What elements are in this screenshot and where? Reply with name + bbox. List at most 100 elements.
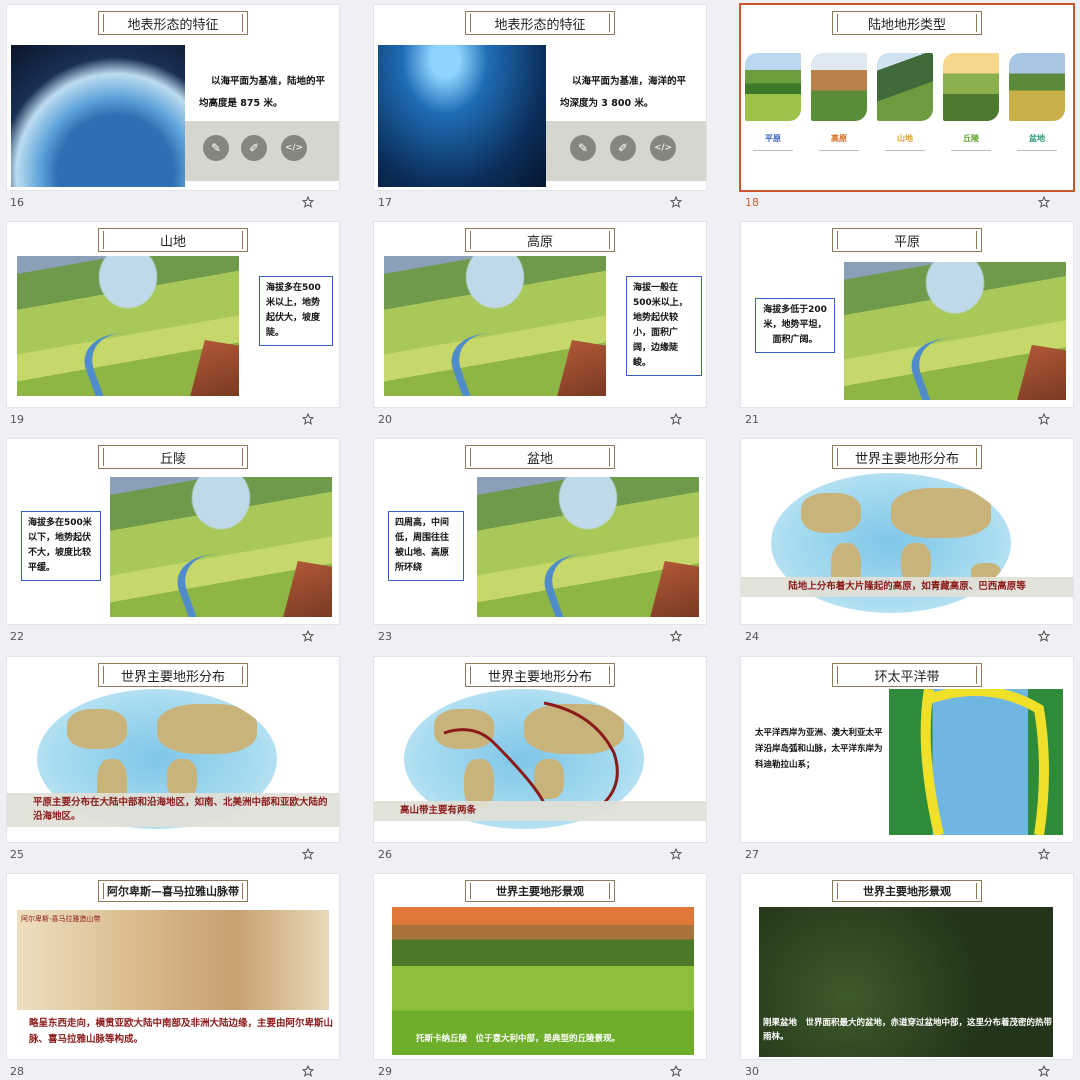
slide-title: 盆地 [465,445,615,469]
divider [819,150,859,151]
star-outline-icon[interactable] [670,630,682,642]
caption-band: 高山带主要有两条 [374,801,706,821]
slide-thumbnail-28[interactable]: 阿尔卑斯—喜马拉雅山脉带 阿尔卑斯-喜马拉雅造山带 略呈东西走向，横贯亚欧大陆中… [7,874,339,1059]
earth-image [11,45,185,187]
slide-title: 丘陵 [98,445,248,469]
slide-number: 24 [745,630,759,643]
slide-number: 28 [10,1065,24,1078]
label-plateau: 高原 [831,134,847,143]
slide-title: 地表形态的特征 [98,11,248,35]
pacific-ring-map [889,689,1063,835]
mountain-image [877,53,933,121]
slide-number: 27 [745,848,759,861]
slide-number: 18 [745,196,759,209]
slide-title: 平原 [832,228,982,252]
star-outline-icon[interactable] [1038,1065,1050,1077]
slide-number: 29 [378,1065,392,1078]
label-basin: 盆地 [1029,134,1045,143]
star-outline-icon[interactable] [302,196,314,208]
caption-band: 陆地上分布着大片隆起的高原，如青藏高原、巴西高原等 [741,577,1073,597]
slide-thumbnail-19[interactable]: 山地 海拔多在500米以上，地势起伏大，坡度陡。 [7,222,339,407]
slide-thumbnail-20[interactable]: 高原 海拔一般在500米以上，地势起伏较小，面积广阔，边缘陡峻。 [374,222,706,407]
plain-image [745,53,801,121]
star-outline-icon[interactable] [670,196,682,208]
slide-caption: 略呈东西走向，横贯亚欧大陆中南部及非洲大陆边缘，主要由阿尔卑斯山脉、喜马拉雅山脉… [29,1018,334,1045]
star-outline-icon[interactable] [670,848,682,860]
label-hill: 丘陵 [963,134,979,143]
divider [885,150,925,151]
caption-band: 平原主要分布在大陆中部和沿海地区，如南、北美洲中部和亚欧大陆的沿海地区。 [7,793,339,827]
text-line: 以海平面为基准，陆地的平 [211,76,326,87]
slide-number: 26 [378,848,392,861]
divider [951,150,991,151]
map-title: 阿尔卑斯-喜马拉雅造山带 [21,915,101,923]
divider [753,150,793,151]
star-outline-icon[interactable] [302,848,314,860]
star-outline-icon[interactable] [302,630,314,642]
slide-number: 16 [10,196,24,209]
edit-icon[interactable]: ✐ [610,135,636,161]
slide-thumbnail-30[interactable]: 世界主要地形景观 刚果盆地 世界面积最大的盆地，赤道穿过盆地中部，这里分布着茂密… [741,874,1073,1059]
ocean-image [378,45,546,187]
slide-number: 17 [378,196,392,209]
slide-title: 阿尔卑斯—喜马拉雅山脉带 [98,880,248,902]
slide-body-text: 以海平面为基准，海洋的平 均深度为 3 800 米。 [560,71,700,115]
label-plain: 平原 [765,134,781,143]
plateau-image [811,53,867,121]
description-callout: 海拔多在500米以下，地势起伏不大，坡度比较平缓。 [21,511,101,581]
slide-number: 19 [10,413,24,426]
description-callout: 海拔多低于200米，地势平坦，面积广阔。 [755,298,835,353]
terrain-image [384,256,606,396]
slide-number: 20 [378,413,392,426]
text-line: 以海平面为基准，海洋的平 [572,76,687,87]
slide-thumbnail-16[interactable]: 地表形态的特征 以海平面为基准，陆地的平 均高度是 875 米。 ✎ ✐ </> [7,5,339,190]
slide-title: 世界主要地形分布 [832,445,982,469]
mountain-belt-lines [443,701,619,803]
slide-title: 山地 [98,228,248,252]
slide-thumbnail-21[interactable]: 平原 海拔多低于200米，地势平坦，面积广阔。 [741,222,1073,407]
slide-thumbnail-18[interactable]: 陆地地形类型 平原 高原 山地 丘陵 盆地 [741,5,1073,190]
slide-thumbnail-26[interactable]: 世界主要地形分布 高山带主要有两条 [374,657,706,842]
slide-thumbnail-24[interactable]: 世界主要地形分布 陆地上分布着大片隆起的高原，如青藏高原、巴西高原等 [741,439,1073,624]
star-outline-icon[interactable] [1038,196,1050,208]
slide-thumbnail-23[interactable]: 盆地 四周高，中间低，周围往往被山地、高原所环绕 [374,439,706,624]
star-outline-icon[interactable] [302,413,314,425]
slide-thumbnail-29[interactable]: 世界主要地形景观 托斯卡纳丘陵 位于意大利中部，是典型的丘陵景观。 [374,874,706,1059]
code-icon[interactable]: </> [650,135,676,161]
pencil-circle-icon[interactable]: ✎ [203,135,229,161]
code-icon[interactable]: </> [281,135,307,161]
star-outline-icon[interactable] [302,1065,314,1077]
text-line: 均高度是 875 米。 [199,98,283,109]
terrain-image [110,477,332,617]
star-outline-icon[interactable] [1038,630,1050,642]
slide-title: 世界主要地形景观 [465,880,615,902]
slide-thumbnail-17[interactable]: 地表形态的特征 以海平面为基准，海洋的平 均深度为 3 800 米。 ✎ ✐ <… [374,5,706,190]
description-callout: 四周高，中间低，周围往往被山地、高原所环绕 [388,511,464,581]
star-outline-icon[interactable] [670,1065,682,1077]
slide-number: 23 [378,630,392,643]
slide-thumbnail-27[interactable]: 环太平洋带 太平洋西岸为亚洲、澳大利亚太平洋沿岸岛弧和山脉，太平洋东岸为科迪勒拉… [741,657,1073,842]
pencil-circle-icon[interactable]: ✎ [570,135,596,161]
star-outline-icon[interactable] [1038,848,1050,860]
slide-number: 22 [10,630,24,643]
text-line: 均深度为 3 800 米。 [560,98,654,109]
slide-title: 高原 [465,228,615,252]
star-outline-icon[interactable] [1038,413,1050,425]
slide-body-text: 太平洋西岸为亚洲、澳大利亚太平洋沿岸岛弧和山脉，太平洋东岸为科迪勒拉山系； [755,728,883,770]
slide-title: 世界主要地形景观 [832,880,982,902]
description-callout: 海拔多在500米以上，地势起伏大，坡度陡。 [259,276,333,346]
slide-title: 环太平洋带 [832,663,982,687]
slide-number: 21 [745,413,759,426]
slide-caption: 刚果盆地 世界面积最大的盆地，赤道穿过盆地中部，这里分布着茂密的热带雨林。 [763,1018,1053,1042]
slide-thumbnail-25[interactable]: 世界主要地形分布 平原主要分布在大陆中部和沿海地区，如南、北美洲中部和亚欧大陆的… [7,657,339,842]
star-outline-icon[interactable] [670,413,682,425]
label-mountain: 山地 [897,134,913,143]
edit-icon[interactable]: ✐ [241,135,267,161]
slide-title: 世界主要地形分布 [98,663,248,687]
slide-thumbnail-22[interactable]: 丘陵 海拔多在500米以下，地势起伏不大，坡度比较平缓。 [7,439,339,624]
slide-title: 地表形态的特征 [465,11,615,35]
hill-image [943,53,999,121]
mountain-belt-map: 阿尔卑斯-喜马拉雅造山带 [17,910,329,1010]
slide-number: 30 [745,1065,759,1078]
terrain-image [844,262,1066,400]
